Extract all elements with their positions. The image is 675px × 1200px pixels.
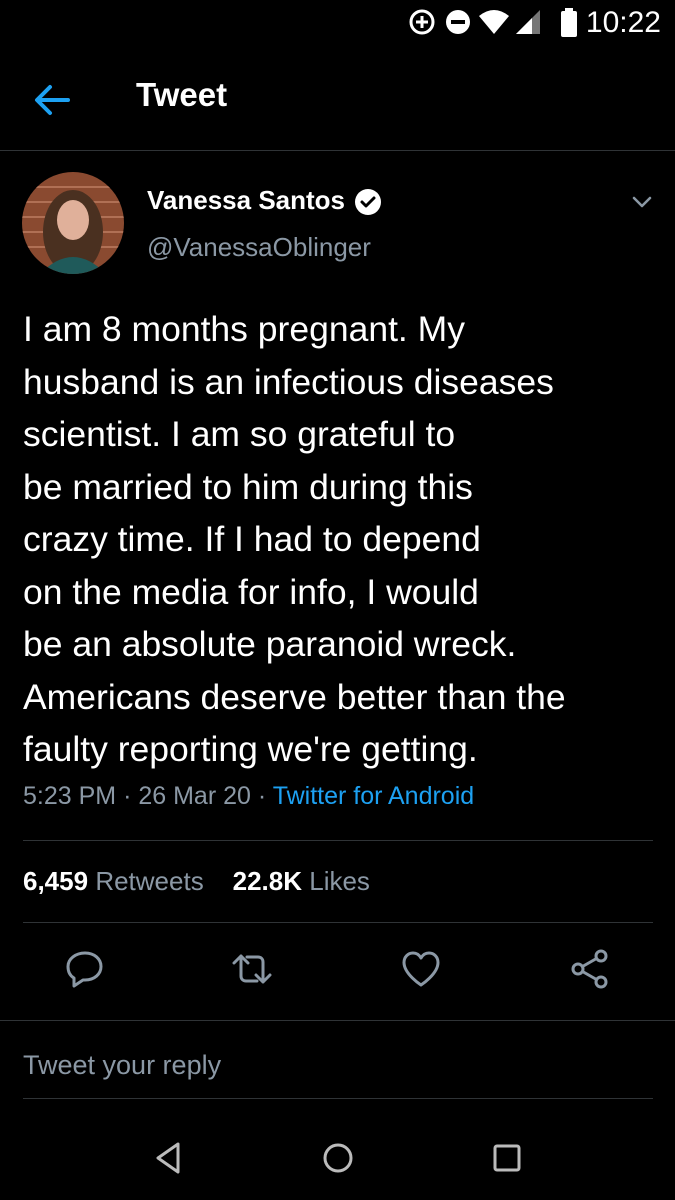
divider — [23, 840, 653, 841]
tweet-date: 26 Mar 20 — [138, 782, 251, 810]
wifi-icon — [479, 10, 509, 34]
android-nav-bar — [0, 1118, 675, 1200]
tweet-text: I am 8 months pregnant. My husband is an… — [23, 309, 566, 769]
retweets-count: 6,459 — [23, 866, 89, 896]
tweet-source-link[interactable]: Twitter for Android — [273, 782, 474, 810]
author-name[interactable]: Vanessa Santos — [147, 185, 345, 216]
retweets-label: Retweets — [95, 866, 204, 896]
meta-separator: · — [123, 782, 132, 810]
nav-back-icon[interactable] — [148, 1136, 192, 1180]
arrow-left-icon[interactable] — [30, 78, 74, 122]
data-saver-icon — [409, 9, 435, 35]
like-icon[interactable] — [398, 946, 444, 992]
likes-stat[interactable]: 22.8K Likes — [233, 866, 370, 896]
meta-separator: · — [257, 782, 267, 810]
retweets-stat[interactable]: 6,459 Retweets — [23, 866, 204, 896]
reply-icon[interactable] — [62, 946, 108, 992]
chevron-down-icon[interactable] — [628, 188, 656, 216]
share-icon[interactable] — [567, 946, 613, 992]
likes-label: Likes — [309, 866, 370, 896]
page-title: Tweet — [136, 76, 228, 113]
do-not-disturb-icon — [446, 10, 470, 34]
reply-input[interactable]: Tweet your reply — [23, 1050, 221, 1081]
battery-icon — [561, 8, 577, 37]
author-handle[interactable]: @VanessaOblinger — [147, 232, 371, 263]
tweet-meta: 5:23 PM · 26 Mar 20 · Twitter for Androi… — [23, 782, 474, 811]
divider — [0, 1020, 675, 1021]
avatar[interactable] — [22, 172, 124, 274]
avatar-image — [22, 172, 124, 274]
verified-badge-icon — [355, 189, 381, 215]
tweet-stats: 6,459 Retweets 22.8K Likes — [23, 866, 370, 897]
signal-icon — [516, 10, 540, 34]
header-bar: Tweet — [0, 46, 675, 151]
tweet-time: 5:23 PM — [23, 782, 117, 810]
likes-count: 22.8K — [232, 866, 302, 896]
status-time: 10:22 — [585, 6, 661, 39]
divider — [23, 1098, 653, 1099]
nav-recents-icon[interactable] — [485, 1136, 529, 1180]
status-bar: 10:22 — [0, 0, 675, 46]
retweet-icon[interactable] — [229, 946, 275, 992]
nav-home-icon[interactable] — [316, 1136, 360, 1180]
divider — [23, 922, 653, 923]
